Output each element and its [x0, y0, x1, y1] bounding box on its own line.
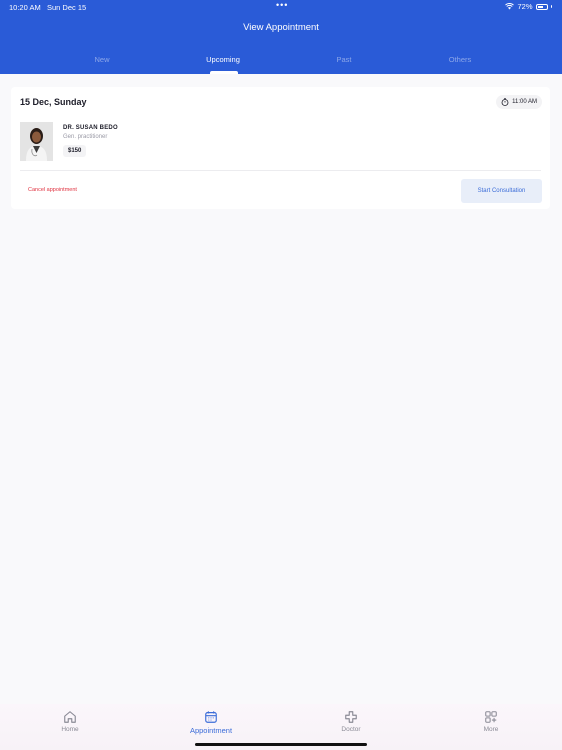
clock-icon [501, 98, 509, 106]
calendar-icon [205, 711, 217, 723]
status-time: 10:20 AM Sun Dec 15 [9, 3, 86, 12]
medical-cross-icon [345, 711, 357, 723]
appointment-card[interactable]: 15 Dec, Sunday 11:00 AM DR. SUSAN BEDO G… [11, 87, 550, 209]
cancel-appointment-link[interactable]: Cancel appointment [28, 187, 77, 193]
nav-label-doctor: Doctor [341, 726, 361, 733]
appointment-time-chip: 11:00 AM [496, 95, 542, 109]
tab-new[interactable]: New [62, 55, 142, 64]
status-indicators: 72% [505, 2, 552, 11]
start-consultation-button[interactable]: Start Consultation [461, 179, 542, 203]
appointment-time: 11:00 AM [512, 99, 537, 105]
appointment-date: 15 Dec, Sunday [20, 97, 87, 107]
bottom-tab-bar: Home Appointment Doctor More [0, 704, 562, 750]
nav-item-doctor[interactable]: Doctor [321, 710, 381, 733]
wifi-icon [505, 3, 515, 10]
grid-plus-icon [485, 711, 497, 723]
nav-item-appointment[interactable]: Appointment [181, 710, 241, 735]
doctor-specialty: Gen. practitioner [63, 134, 108, 140]
nav-item-home[interactable]: Home [40, 710, 100, 733]
doctor-photo [20, 122, 53, 161]
consultation-fee: $150 [63, 145, 87, 157]
battery-percent: 72% [517, 2, 533, 11]
home-icon [64, 711, 76, 723]
tab-others[interactable]: Others [420, 55, 500, 64]
nav-item-more[interactable]: More [461, 710, 521, 733]
status-time-value: 10:20 AM [9, 3, 41, 12]
nav-label-home: Home [61, 726, 79, 733]
tab-upcoming[interactable]: Upcoming [183, 55, 263, 64]
active-tab-indicator [210, 71, 238, 74]
nav-label-more: More [483, 726, 499, 733]
status-bar: 10:20 AM Sun Dec 15 ••• 72% [0, 0, 562, 14]
home-indicator[interactable] [195, 743, 367, 746]
card-divider [20, 170, 541, 171]
battery-icon [535, 3, 548, 10]
nav-label-appointment: Appointment [189, 726, 233, 735]
status-date: Sun Dec 15 [46, 3, 87, 12]
appointment-tabs: New Upcoming Past Others [0, 55, 562, 74]
page-title: View Appointment [243, 22, 319, 33]
doctor-name: DR. SUSAN BEDO [63, 125, 118, 131]
tab-past[interactable]: Past [304, 55, 384, 64]
multitasking-dots-icon[interactable]: ••• [276, 0, 288, 10]
app-header: 10:20 AM Sun Dec 15 ••• 72% View Appoint… [0, 0, 562, 74]
